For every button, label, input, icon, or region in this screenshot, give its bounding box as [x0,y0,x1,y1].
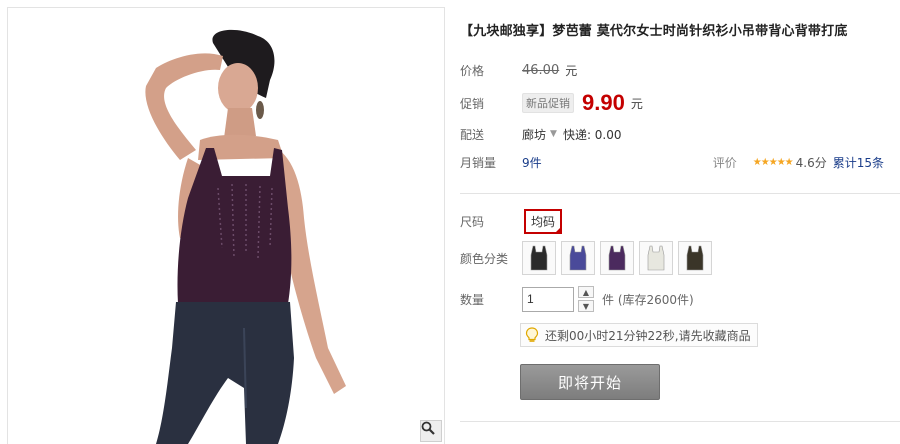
shipping-label: 配送 [460,127,485,142]
rating-label: 评价 [712,155,737,170]
review-count-link[interactable]: 累计15条 [833,154,884,171]
sales-label: 月销量 [460,155,497,170]
coming-soon-button[interactable]: 即将开始 [520,364,660,400]
shipping-row: 配送 廊坊 ▼ 快递: 0.00 [460,124,622,144]
rating-score: 4.6分 [795,155,827,170]
countdown-notice: 还剩00小时21分钟22秒,请先收藏商品 [520,323,758,347]
product-title: 【九块邮独享】梦芭蕾 莫代尔女士时尚针织衫小吊带背心背带打底 [460,24,848,39]
shipping-method: 快递: 0.00 [562,127,622,142]
star-rating-icon: ★★★★★ [752,156,794,168]
color-swatch[interactable] [678,241,712,275]
promo-price: 9.90 [582,90,625,115]
color-label: 颜色分类 [460,251,509,266]
stock-info: 件 (库存2600件) [602,292,694,307]
color-swatch-list [522,241,712,275]
promo-price-row: 促销 新品促销 9.90 元 [460,90,643,116]
sales-count: 9件 [522,155,542,170]
bottom-divider [460,421,900,422]
promo-price-unit: 元 [630,96,643,111]
magnifier-icon [421,421,435,435]
tank-top-thumbnail [647,245,665,271]
size-option-selected[interactable]: 均码 [524,208,563,234]
color-swatch[interactable] [522,241,556,275]
sales-row: 月销量 9件 [460,152,542,172]
original-price-unit: 元 [565,63,578,78]
quantity-input[interactable] [522,286,574,312]
chevron-down-icon[interactable]: ▼ [550,129,557,139]
size-option-label: 均码 [531,214,556,229]
color-swatch[interactable] [600,241,634,275]
arrow-up-icon[interactable]: ▲ [578,286,594,298]
quantity-label: 数量 [460,292,485,307]
original-price-row: 价格 46.00 元 [460,60,577,80]
size-label: 尺码 [460,214,485,229]
rating-block: 评价 ★★★★★ 4.6分 累计15条 [713,152,884,172]
tank-top-thumbnail [608,245,626,271]
product-info-panel: 【九块邮独享】梦芭蕾 莫代尔女士时尚针织衫小吊带背心背带打底 价格 46.00 … [460,0,900,444]
color-row: 颜色分类 [460,241,712,275]
color-swatch[interactable] [639,241,673,275]
tank-top-thumbnail [686,245,704,271]
original-price: 46.00 [522,62,560,78]
section-divider [460,193,900,194]
promo-label: 促销 [460,96,485,111]
product-image-panel [7,7,445,444]
color-swatch[interactable] [561,241,595,275]
size-row: 尺码 均码 [460,208,563,234]
quantity-stepper: ▲ ▼ [578,286,594,312]
tank-top-thumbnail [530,245,548,271]
tank-top-thumbnail [569,245,587,271]
selected-check-icon [554,225,563,234]
zoom-button[interactable] [420,420,442,442]
quantity-row: 数量 ▲ ▼ 件 (库存2600件) [460,285,694,313]
countdown-text: 还剩00小时21分钟22秒,请先收藏商品 [545,328,751,343]
lightbulb-icon [525,327,539,342]
promo-tag: 新品促销 [522,93,574,113]
original-price-label: 价格 [460,63,485,78]
shipping-location-select[interactable]: 廊坊 [522,126,546,143]
arrow-down-icon[interactable]: ▼ [578,300,594,312]
product-photo [145,29,346,444]
